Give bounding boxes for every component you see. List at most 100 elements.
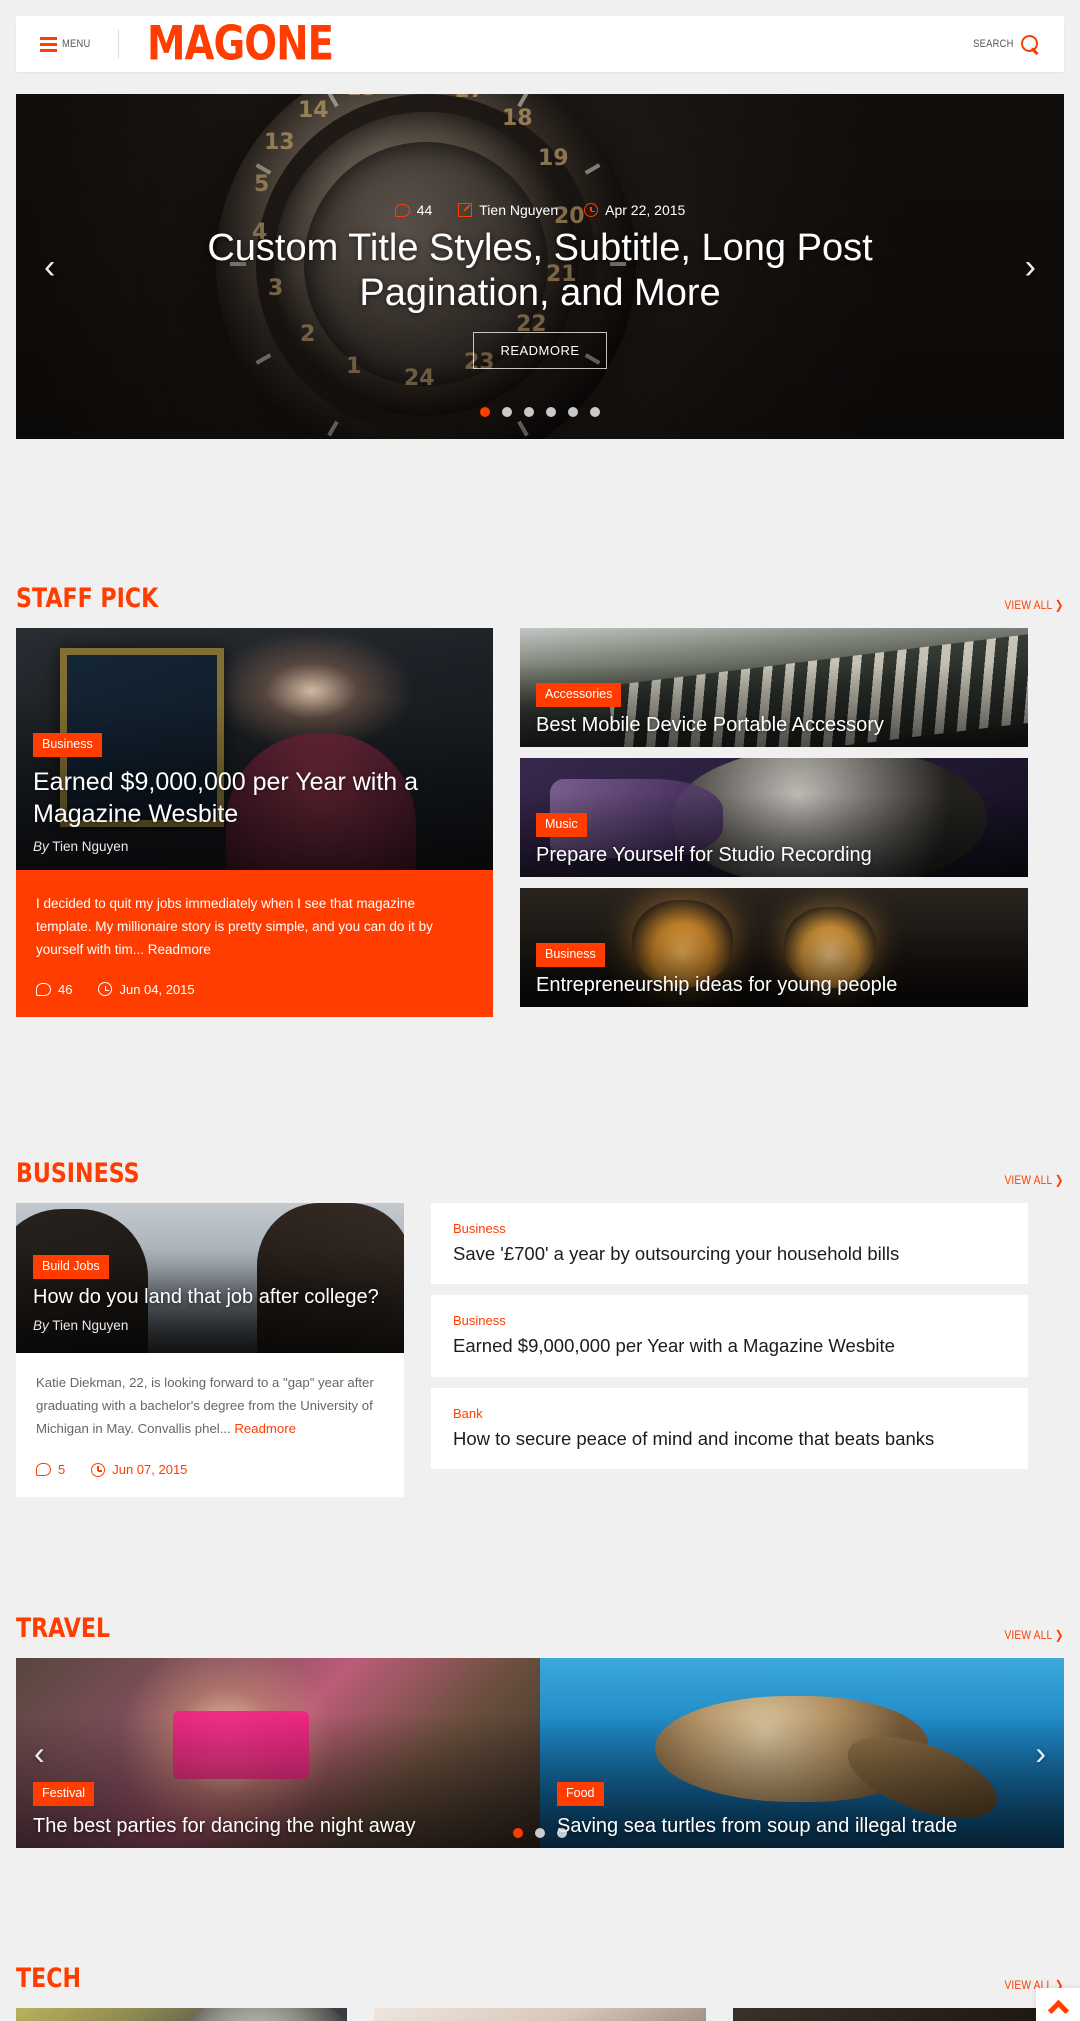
- travel-title: TRAVEL: [16, 1613, 111, 1644]
- travel-section: TRAVEL VIEW ALL ❯ Festival The best part…: [0, 1615, 1080, 1848]
- business-title: BUSINESS: [16, 1158, 140, 1189]
- list-item-title[interactable]: Earned $9,000,000 per Year with a Magazi…: [453, 1334, 1006, 1358]
- travel-pagination-dots: [0, 1828, 1080, 1838]
- staff-pick-featured-card[interactable]: Business Earned $9,000,000 per Year with…: [16, 628, 493, 1017]
- hero-dot-6[interactable]: [590, 407, 600, 417]
- travel-card-category[interactable]: Festival: [33, 1782, 95, 1806]
- tech-grid: Gadget Mobile Games: [0, 2008, 1080, 2021]
- hamburger-icon: [40, 36, 57, 52]
- comment-icon: [36, 1463, 51, 1477]
- search-icon: [1021, 34, 1040, 54]
- side-card-title[interactable]: Prepare Yourself for Studio Recording: [536, 844, 1012, 867]
- staff-pick-view-all[interactable]: VIEW ALL ❯: [1005, 598, 1064, 612]
- staff-pick-featured-excerpt: I decided to quit my jobs immediately wh…: [36, 892, 473, 962]
- staff-pick-date: Jun 04, 2015: [98, 982, 195, 997]
- travel-next-arrow[interactable]: ›: [1035, 1737, 1046, 1769]
- list-item-category[interactable]: Business: [453, 1313, 1006, 1328]
- travel-dot-2[interactable]: [535, 1828, 545, 1838]
- business-list-item-2[interactable]: Business Earned $9,000,000 per Year with…: [431, 1295, 1028, 1377]
- business-view-all[interactable]: VIEW ALL ❯: [1005, 1173, 1064, 1187]
- scroll-to-top-button[interactable]: [1036, 1988, 1080, 2021]
- business-featured-excerpt: Katie Diekman, 22, is looking forward to…: [36, 1371, 384, 1440]
- hero-meta: 44 Tien Nguyen Apr 22, 2015: [156, 202, 924, 218]
- hero-readmore-button[interactable]: READMORE: [473, 331, 607, 369]
- business-date-value: Jun 07, 2015: [112, 1462, 188, 1478]
- staff-pick-featured-byline: By Tien Nguyen: [33, 839, 476, 854]
- tech-card-2[interactable]: Mobile: [374, 2008, 706, 2021]
- tech-header: TECH VIEW ALL ❯: [0, 1965, 1080, 1992]
- hero-slider[interactable]: 13 14 15 16 17 18 19 20 21 22 23 24 1 2 …: [16, 94, 1064, 439]
- travel-view-all[interactable]: VIEW ALL ❯: [1005, 1628, 1064, 1642]
- staff-pick-side-card-3[interactable]: Business Entrepreneurship ideas for youn…: [520, 888, 1028, 1007]
- search-button[interactable]: SEARCH: [966, 34, 1040, 54]
- staff-pick-featured-category[interactable]: Business: [33, 733, 102, 757]
- side-card-category[interactable]: Music: [536, 813, 587, 837]
- business-side-list: Business Save '£700' a year by outsourci…: [431, 1203, 1028, 1497]
- business-header: BUSINESS VIEW ALL ❯: [0, 1160, 1080, 1187]
- site-logo[interactable]: MAGONE: [147, 20, 334, 67]
- business-featured-title[interactable]: How do you land that job after college?: [33, 1286, 387, 1309]
- hero-date: Apr 22, 2015: [584, 202, 685, 218]
- excerpt-text: I decided to quit my jobs immediately wh…: [36, 896, 433, 958]
- business-comment-count: 5: [36, 1462, 65, 1477]
- staff-pick-title: STAFF PICK: [16, 583, 159, 614]
- staff-pick-section: STAFF PICK VIEW ALL ❯ Business Earned $9…: [0, 585, 1080, 1017]
- tech-card-3[interactable]: Games: [732, 2008, 1064, 2021]
- business-readmore-link[interactable]: Readmore: [234, 1421, 296, 1436]
- list-item-category[interactable]: Business: [453, 1221, 1006, 1236]
- staff-pick-comment-count: 46: [36, 982, 72, 997]
- business-featured-card[interactable]: Build Jobs How do you land that job afte…: [16, 1203, 404, 1498]
- list-item-category[interactable]: Bank: [453, 1406, 1006, 1421]
- pen-icon: [458, 203, 473, 217]
- hero-title[interactable]: Custom Title Styles, Subtitle, Long Post…: [156, 226, 924, 316]
- by-prefix: By: [33, 1318, 49, 1333]
- hero-prev-arrow[interactable]: ‹: [44, 250, 55, 284]
- travel-card-1[interactable]: Festival The best parties for dancing th…: [16, 1658, 540, 1848]
- staff-pick-side-list: Accessories Best Mobile Device Portable …: [520, 628, 1028, 1017]
- hero-next-arrow[interactable]: ›: [1025, 250, 1036, 284]
- staff-pick-side-card-1[interactable]: Accessories Best Mobile Device Portable …: [520, 628, 1028, 747]
- tech-title: TECH: [16, 1963, 82, 1994]
- travel-carousel[interactable]: Festival The best parties for dancing th…: [0, 1658, 1080, 1848]
- hero-dot-5[interactable]: [568, 407, 578, 417]
- staff-pick-readmore-link[interactable]: Readmore: [148, 942, 211, 957]
- side-card-category[interactable]: Accessories: [536, 683, 622, 707]
- side-card-title[interactable]: Entrepreneurship ideas for young people: [536, 974, 1012, 997]
- business-featured-image: Build Jobs How do you land that job afte…: [16, 1203, 404, 1353]
- side-card-title[interactable]: Best Mobile Device Portable Accessory: [536, 714, 1012, 737]
- business-featured-meta: 5 Jun 07, 2015: [36, 1462, 384, 1477]
- business-date: Jun 07, 2015: [91, 1462, 187, 1477]
- business-featured-byline: By Tien Nguyen: [33, 1318, 387, 1333]
- hero-dot-4[interactable]: [546, 407, 556, 417]
- travel-card-2[interactable]: Food Saving sea turtles from soup and il…: [540, 1658, 1064, 1848]
- travel-card-category[interactable]: Food: [557, 1782, 604, 1806]
- staff-pick-featured-title[interactable]: Earned $9,000,000 per Year with a Magazi…: [33, 766, 476, 830]
- chevron-up-icon: [1047, 1999, 1069, 2021]
- comment-icon: [394, 203, 410, 217]
- business-featured-author: Tien Nguyen: [52, 1318, 129, 1333]
- business-list-item-1[interactable]: Business Save '£700' a year by outsourci…: [431, 1203, 1028, 1285]
- tech-section: TECH VIEW ALL ❯ Gadget Mobile Games: [0, 1965, 1080, 2021]
- hero-comments-value: 44: [416, 202, 433, 218]
- hero-dot-3[interactable]: [524, 407, 534, 417]
- excerpt-text: Katie Diekman, 22, is looking forward to…: [36, 1375, 374, 1437]
- list-item-title[interactable]: How to secure peace of mind and income t…: [453, 1427, 1006, 1451]
- business-list-item-3[interactable]: Bank How to secure peace of mind and inc…: [431, 1387, 1028, 1470]
- travel-prev-arrow[interactable]: ‹: [34, 1737, 45, 1769]
- staff-pick-side-card-2[interactable]: Music Prepare Yourself for Studio Record…: [520, 758, 1028, 877]
- menu-button[interactable]: MENU: [40, 36, 96, 52]
- business-featured-category[interactable]: Build Jobs: [33, 1255, 109, 1279]
- travel-dot-1[interactable]: [513, 1828, 523, 1838]
- page-root: MENU MAGONE SEARCH 44 Tien Nguyen Apr 22…: [0, 0, 1080, 2021]
- side-card-category[interactable]: Business: [536, 943, 605, 967]
- business-featured-body: Katie Diekman, 22, is looking forward to…: [16, 1353, 404, 1497]
- hero-content: 44 Tien Nguyen Apr 22, 2015 Custom Title…: [16, 202, 1064, 369]
- staff-pick-grid: Business Earned $9,000,000 per Year with…: [0, 628, 1080, 1017]
- travel-dot-3[interactable]: [557, 1828, 567, 1838]
- list-item-title[interactable]: Save '£700' a year by outsourcing your h…: [453, 1242, 1006, 1266]
- hero-dot-2[interactable]: [502, 407, 512, 417]
- tech-card-1[interactable]: Gadget: [16, 2008, 348, 2021]
- staff-pick-header: STAFF PICK VIEW ALL ❯: [0, 585, 1080, 612]
- hero-dot-1[interactable]: [480, 407, 490, 417]
- travel-header: TRAVEL VIEW ALL ❯: [0, 1615, 1080, 1642]
